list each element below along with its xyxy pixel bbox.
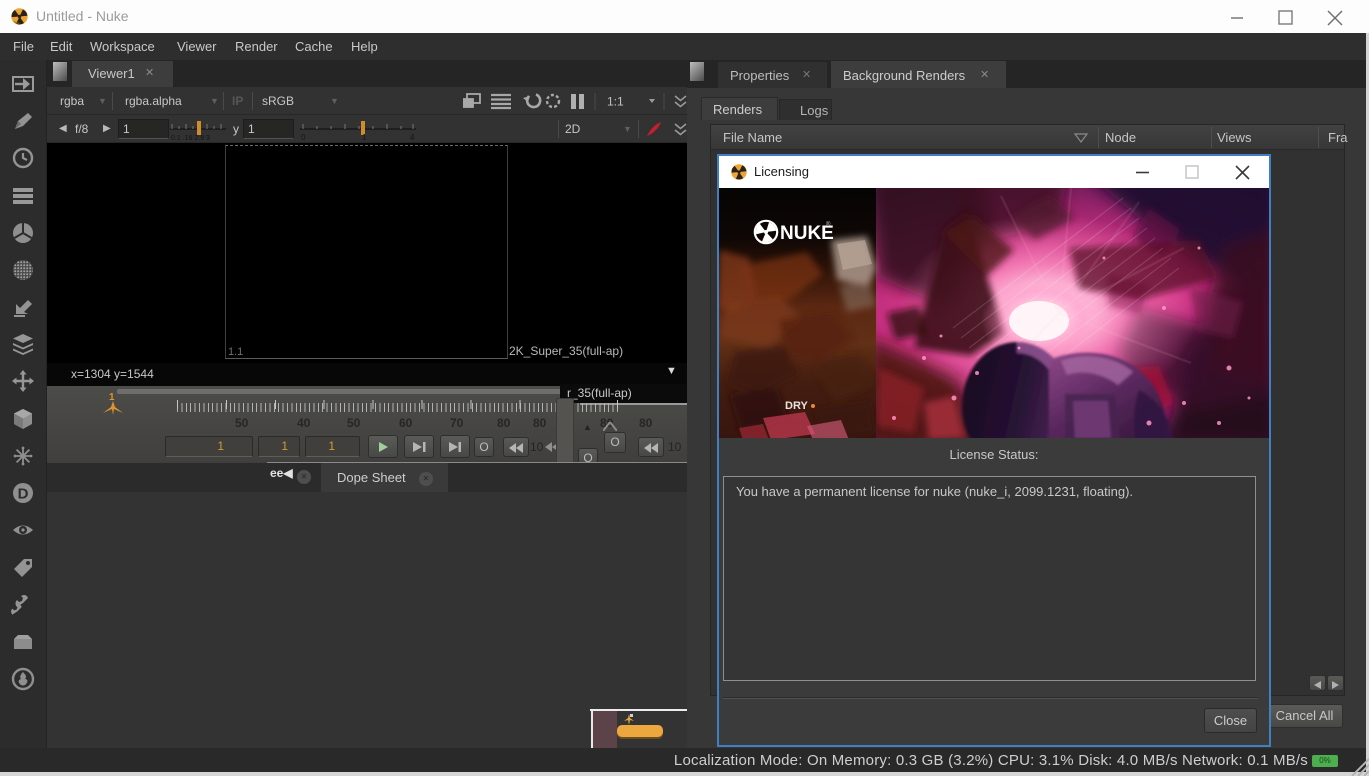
svg-text:®: ® — [826, 221, 831, 228]
svg-text:0.1 .16 2.9 3: 0.1 .16 2.9 3 — [171, 135, 210, 141]
svg-text:D: D — [18, 486, 29, 503]
svg-text:1:1: 1:1 — [607, 95, 624, 109]
svg-text:4: 4 — [410, 133, 415, 141]
svg-text:DRY: DRY — [785, 400, 808, 412]
svg-text:1: 1 — [362, 133, 367, 141]
svg-text:0: 0 — [301, 133, 306, 141]
